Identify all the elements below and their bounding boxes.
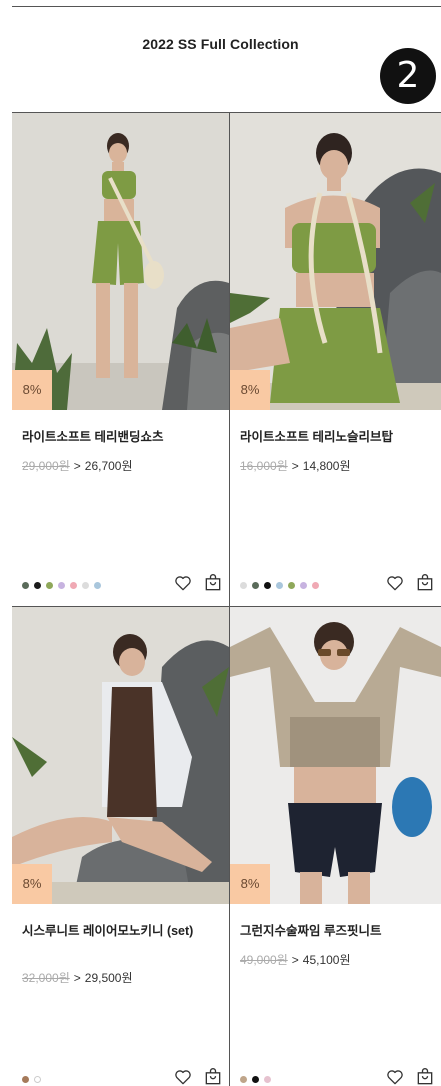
product-card[interactable]: 8% 시스루니트 레이어모노키니 (set) 32,000원 >29,500원 [12, 607, 229, 1086]
product-row: 8% 시스루니트 레이어모노키니 (set) 32,000원>29,500원 [12, 606, 441, 1086]
color-swatches [22, 1074, 41, 1084]
step-number-badge: 2 [380, 48, 436, 104]
product-price: 16,000원 >14,800원 [240, 457, 351, 474]
original-price: 16,000원 [240, 459, 288, 473]
product-card[interactable]: 8% 라이트소프트 테리밴딩쇼츠 29,000원 >26,700원 [12, 113, 229, 606]
price-arrow-icon: > [291, 459, 299, 473]
shopping-bag-icon[interactable] [203, 1067, 223, 1086]
color-swatch[interactable] [46, 581, 53, 589]
shopping-bag-icon[interactable] [415, 1067, 435, 1086]
sale-price: 26,700원 [84, 459, 133, 473]
product-card[interactable]: 8% 그런지수술짜임 루즈핏니트 49,000원 >45,100원 [230, 607, 441, 1086]
product-price: 49,000원 >45,100원 [240, 951, 351, 968]
discount-badge: 8% [12, 370, 52, 410]
product-name[interactable]: 라이트소프트 테리밴딩쇼츠 [22, 429, 223, 446]
product-grid: 8% 라이트소프트 테리밴딩쇼츠 29,000원 >26,700원 8% 라이트… [12, 113, 441, 1086]
color-swatch[interactable] [58, 581, 65, 589]
price-arrow-icon: > [73, 971, 81, 985]
color-swatches [240, 580, 319, 590]
sale-price: 29,500원 [84, 971, 133, 985]
color-swatch[interactable] [22, 1075, 29, 1083]
heart-icon[interactable] [385, 1067, 405, 1086]
price-arrow-icon: > [291, 953, 299, 967]
color-swatch[interactable] [276, 581, 283, 589]
heart-icon[interactable] [385, 573, 405, 593]
product-price: 29,000원 >26,700원 [22, 457, 133, 474]
color-swatch[interactable] [94, 581, 101, 589]
product-price: 32,000원 >29,500원 [22, 969, 133, 986]
color-swatch[interactable] [240, 581, 247, 589]
price-arrow-icon: > [73, 459, 81, 473]
color-swatch[interactable] [312, 581, 319, 589]
color-swatch[interactable] [22, 581, 29, 589]
color-swatch[interactable] [252, 1075, 259, 1083]
product-actions [385, 1067, 435, 1086]
product-actions [385, 573, 435, 593]
product-name[interactable]: 라이트소프트 테리노슬리브탑 [240, 429, 435, 446]
sale-price: 45,100원 [302, 953, 351, 967]
color-swatch[interactable] [300, 581, 307, 589]
product-image[interactable]: 8% [12, 607, 229, 904]
color-swatches [22, 580, 101, 590]
color-swatches [240, 1074, 271, 1084]
header-top-divider [12, 6, 441, 7]
heart-icon[interactable] [173, 573, 193, 593]
color-swatch[interactable] [70, 581, 77, 589]
original-price: 32,000원 [22, 971, 70, 985]
page-title: 2022 SS Full Collection [142, 36, 299, 52]
discount-badge: 8% [230, 864, 270, 904]
product-row: 8% 라이트소프트 테리밴딩쇼츠 29,000원 >26,700원 8% 라이트… [12, 113, 441, 606]
color-swatch[interactable] [82, 581, 89, 589]
product-image[interactable]: 8% [12, 113, 229, 410]
color-swatch[interactable] [288, 581, 295, 589]
color-swatch[interactable] [264, 1075, 271, 1083]
color-swatch[interactable] [240, 1075, 247, 1083]
heart-icon[interactable] [173, 1067, 193, 1086]
color-swatch[interactable] [34, 1075, 41, 1083]
shopping-bag-icon[interactable] [203, 573, 223, 593]
product-image[interactable]: 8% [230, 607, 441, 904]
discount-badge: 8% [230, 370, 270, 410]
product-card[interactable]: 8% 라이트소프트 테리노슬리브탑 16,000원 >14,800원 [230, 113, 441, 606]
product-actions [173, 1067, 223, 1086]
original-price: 49,000원 [240, 953, 288, 967]
original-price: 29,000원 [22, 459, 70, 473]
color-swatch[interactable] [252, 581, 259, 589]
color-swatch[interactable] [264, 581, 271, 589]
product-name[interactable]: 그런지수술짜임 루즈핏니트 [240, 923, 435, 940]
shopping-bag-icon[interactable] [415, 573, 435, 593]
product-name[interactable]: 시스루니트 레이어모노키니 (set) [22, 923, 223, 940]
product-image[interactable]: 8% [230, 113, 441, 410]
color-swatch[interactable] [34, 581, 41, 589]
product-actions [173, 573, 223, 593]
discount-badge: 8% [12, 864, 52, 904]
sale-price: 14,800원 [302, 459, 351, 473]
